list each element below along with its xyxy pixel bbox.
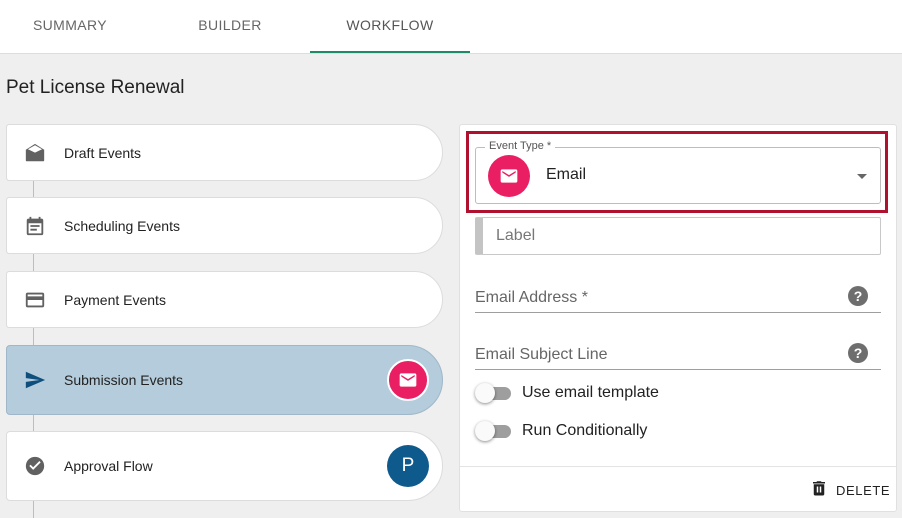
use-email-template-toggle-row[interactable]: Use email template [475, 383, 659, 403]
delete-label: DELETE [836, 482, 891, 498]
page-title: Pet License Renewal [6, 77, 185, 98]
email-address-help-icon[interactable]: ? [848, 286, 868, 306]
event-submission-label: Submission Events [64, 372, 184, 388]
event-payment[interactable]: Payment Events [6, 271, 443, 328]
workflow-tabs: SUMMARY BUILDER WORKFLOW [0, 0, 902, 54]
email-subject-input[interactable] [475, 340, 835, 369]
calendar-icon [23, 214, 47, 238]
panel-divider [460, 466, 896, 467]
use-email-template-toggle[interactable] [475, 383, 511, 403]
email-subject-help-icon[interactable]: ? [848, 343, 868, 363]
event-payment-label: Payment Events [64, 291, 166, 308]
active-tab-indicator [310, 51, 470, 53]
tab-builder[interactable]: BUILDER [160, 0, 300, 53]
credit-card-icon [23, 288, 47, 312]
tab-workflow-label: WORKFLOW [346, 17, 434, 33]
event-scheduling-label: Scheduling Events [64, 217, 180, 234]
toggle-thumb [475, 421, 495, 441]
event-approval-label: Approval Flow [64, 458, 153, 474]
event-submission[interactable]: Submission Events [6, 345, 443, 415]
email-icon [387, 359, 429, 401]
send-icon [23, 368, 47, 392]
dropdown-arrow-icon[interactable] [857, 174, 867, 179]
event-type-value: Email [546, 166, 587, 183]
event-type-legend: Event Type * [485, 140, 556, 152]
envelope-open-icon [23, 141, 47, 165]
approval-badge: P [387, 445, 429, 487]
run-conditionally-toggle[interactable] [475, 421, 511, 441]
use-email-template-label: Use email template [522, 384, 659, 401]
run-conditionally-label: Run Conditionally [522, 422, 648, 439]
event-approval-flow[interactable]: Approval Flow P [6, 431, 443, 501]
toggle-thumb [475, 383, 495, 403]
label-input[interactable] [483, 218, 880, 254]
run-conditionally-toggle-row[interactable]: Run Conditionally [475, 421, 647, 441]
delete-button[interactable]: DELETE [810, 478, 890, 502]
email-address-field: ? [475, 283, 881, 313]
event-scheduling[interactable]: Scheduling Events [6, 197, 443, 254]
tab-summary[interactable]: SUMMARY [0, 0, 140, 53]
event-type-select[interactable]: Event Type * Email [475, 140, 881, 204]
label-field [475, 217, 881, 255]
tab-workflow[interactable]: WORKFLOW [310, 0, 470, 53]
email-subject-field: ? [475, 340, 881, 370]
email-icon [488, 155, 530, 197]
event-draft[interactable]: Draft Events [6, 124, 443, 181]
check-circle-icon [23, 454, 47, 478]
email-address-input[interactable] [475, 283, 835, 312]
event-draft-label: Draft Events [64, 144, 142, 161]
trash-icon [810, 479, 828, 502]
